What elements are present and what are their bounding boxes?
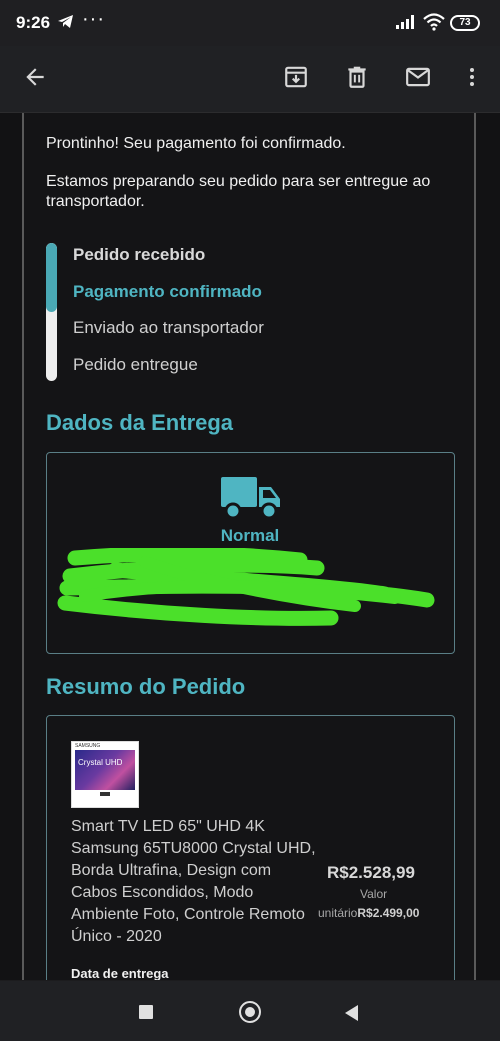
arrow-back-icon[interactable]	[22, 64, 48, 95]
step-pedido-entregue: Pedido entregue	[73, 355, 198, 374]
unit-label: unitário	[318, 906, 358, 920]
email-app-bar	[0, 46, 500, 113]
system-nav-bar	[0, 981, 500, 1041]
email-body: Prontinho! Seu pagamento foi confirmado.…	[0, 113, 500, 980]
product-price: R$2.528,99	[327, 863, 415, 882]
delete-icon[interactable]	[344, 64, 370, 95]
telegram-icon	[57, 14, 74, 34]
more-notifications-icon: ···	[82, 8, 105, 30]
delivery-date-label: Data de entrega	[71, 966, 169, 980]
status-time: 9:26	[16, 13, 51, 32]
back-button-icon[interactable]	[343, 1004, 359, 1027]
signal-icon	[396, 15, 416, 34]
delivery-heading: Dados da Entrega	[46, 410, 234, 435]
delivery-box: Normal	[46, 452, 455, 654]
wifi-icon	[423, 13, 445, 36]
step-pagamento-confirmado: Pagamento confirmado	[73, 282, 262, 301]
home-button-icon[interactable]	[239, 1001, 261, 1023]
redacted-address-scribble	[55, 546, 435, 633]
order-progress-track	[46, 243, 57, 381]
battery-indicator: 73	[450, 15, 480, 31]
product-thumbnail[interactable]: SAMSUNG Crystal UHD	[71, 741, 139, 808]
truck-icon	[221, 475, 281, 526]
shipping-type: Normal	[220, 526, 280, 545]
recents-button-icon[interactable]	[139, 1005, 153, 1019]
order-summary-box: SAMSUNG Crystal UHD Smart TV LED 65" UHD…	[46, 715, 455, 980]
tv-stand	[100, 792, 110, 796]
preparing-order-text: Estamos preparando seu pedido para ser e…	[46, 173, 431, 210]
more-vert-icon[interactable]	[460, 64, 484, 95]
step-pedido-recebido: Pedido recebido	[73, 245, 206, 264]
unit-value-label: Valor	[360, 887, 388, 901]
archive-icon[interactable]	[283, 64, 309, 95]
tv-screen-image	[75, 750, 135, 790]
thumb-crystal-text: Crystal UHD	[78, 758, 123, 767]
mail-icon[interactable]	[404, 64, 432, 95]
unit-price-line: unitárioR$2.499,00	[318, 906, 419, 920]
thumb-brand-text: SAMSUNG	[75, 743, 101, 749]
order-progress-fill	[46, 243, 57, 312]
order-summary-heading: Resumo do Pedido	[46, 674, 246, 699]
product-name: Smart TV LED 65" UHD 4K Samsung 65TU8000…	[71, 818, 316, 945]
payment-confirmed-text: Prontinho! Seu pagamento foi confirmado.	[46, 135, 346, 152]
unit-price: R$2.499,00	[357, 906, 420, 920]
status-bar: 9:26 ··· 73	[0, 0, 500, 46]
step-enviado-transportador: Enviado ao transportador	[73, 318, 264, 337]
